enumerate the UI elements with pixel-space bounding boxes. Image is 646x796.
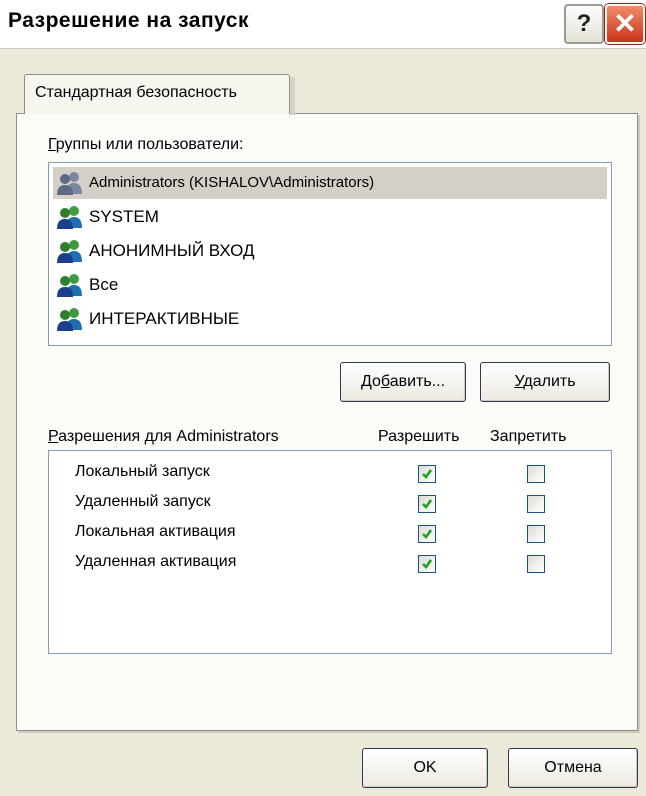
cancel-button[interactable]: Отмена [508,748,638,788]
deny-checkbox[interactable] [527,465,545,483]
permissions-label: Разрешения для Administrators [48,428,279,445]
deny-checkbox[interactable] [527,495,545,513]
permission-row: Удаленный запуск [49,489,611,519]
tab-label: Стандартная безопасность [35,84,237,101]
permissions-dialog: Разрешение на запуск ? ✕ Стандартная без… [0,0,646,796]
permission-row: Локальный запуск [49,459,611,489]
list-item-label: Administrators (KISHALOV\Administrators) [89,174,375,191]
close-button[interactable]: ✕ [605,4,645,44]
permission-row: Локальная активация [49,519,611,549]
checkmark-icon [422,529,433,540]
list-item[interactable]: Administrators (KISHALOV\Administrators) [53,167,607,199]
allow-checkbox[interactable] [418,465,436,483]
list-item[interactable]: Все [53,269,607,301]
list-item-label: ИНТЕРАКТИВНЫЕ [89,309,240,328]
users-list[interactable]: Administrators (KISHALOV\Administrators)… [48,162,612,346]
deny-column-header: Запретить [490,428,567,445]
help-button[interactable]: ? [564,4,604,44]
checkmark-icon [422,499,433,510]
allow-checkbox[interactable] [418,495,436,513]
help-icon: ? [576,10,592,37]
ok-button[interactable]: OK [362,748,488,788]
deny-checkbox[interactable] [527,555,545,573]
remove-button[interactable]: Удалить [480,362,610,402]
user-group-icon [57,240,82,263]
permissions-list: Локальный запуск Удаленный запуск Локаль… [48,450,612,654]
list-item-label: Все [89,275,119,294]
allow-checkbox[interactable] [418,525,436,543]
window-title: Разрешение на запуск [8,9,249,32]
list-item[interactable]: ИНТЕРАКТИВНЫЕ [53,303,607,335]
allow-column-header: Разрешить [378,428,460,445]
permission-name: Локальная активация [75,523,236,540]
permission-name: Локальный запуск [75,463,210,480]
checkmark-icon [422,469,433,480]
list-item-label: АНОНИМНЫЙ ВХОД [89,241,255,260]
user-group-icon [57,274,82,297]
add-button[interactable]: Добавить... [340,362,466,402]
user-group-icon [57,172,82,195]
list-item[interactable]: АНОНИМНЫЙ ВХОД [53,235,607,267]
close-icon: ✕ [613,8,637,39]
tab-standard-security[interactable]: Стандартная безопасность [24,74,295,115]
list-item[interactable]: SYSTEM [53,201,607,233]
user-group-icon [57,308,82,331]
permission-row: Удаленная активация [49,549,611,579]
permission-name: Удаленный запуск [75,493,211,510]
permission-name: Удаленная активация [75,553,237,570]
deny-checkbox[interactable] [527,525,545,543]
title-bar[interactable]: Разрешение на запуск ? ✕ [0,0,646,49]
list-item-label: SYSTEM [89,207,159,226]
user-group-icon [57,206,82,229]
allow-checkbox[interactable] [418,555,436,573]
groups-label: Группы или пользователи: [48,136,244,153]
checkmark-icon [422,559,433,570]
